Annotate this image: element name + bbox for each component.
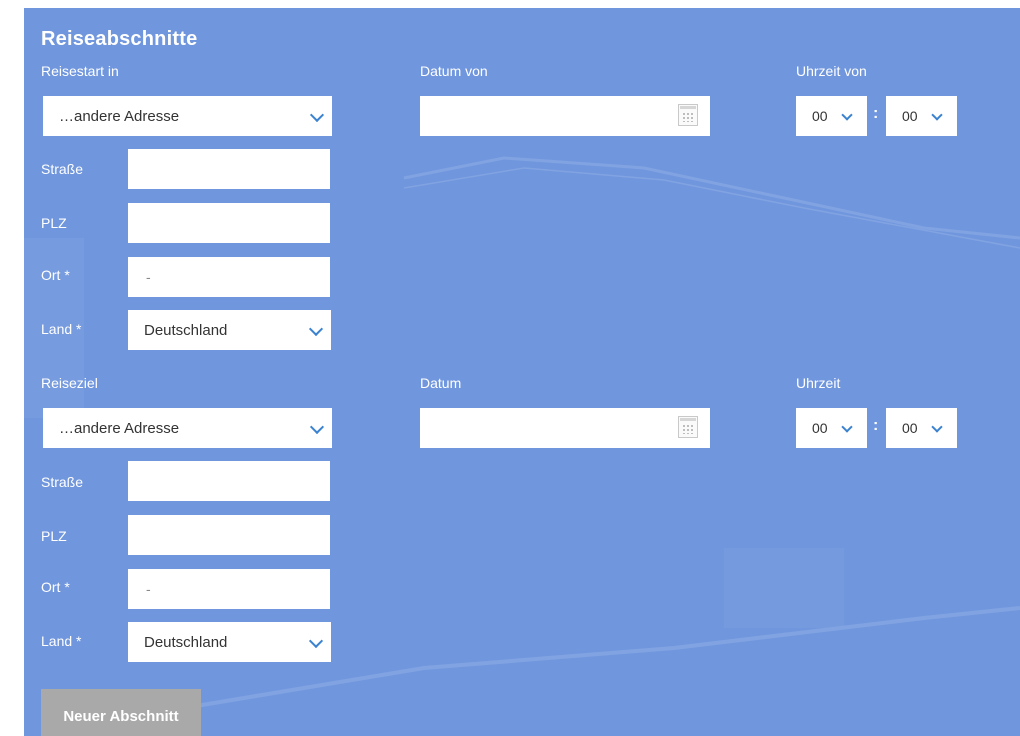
chevron-down-icon [308,633,324,649]
new-section-button[interactable]: Neuer Abschnitt [41,689,201,736]
destination-street-input[interactable] [128,461,330,501]
time-separator: : [873,417,879,434]
start-time-label: Uhrzeit von [796,63,867,79]
start-address-select[interactable]: …andere Adresse [43,96,332,136]
chevron-down-icon [841,109,853,121]
calendar-icon[interactable] [678,416,698,438]
destination-minute-select[interactable]: 00 [886,408,957,448]
start-label: Reisestart in [41,63,119,79]
destination-address-select[interactable]: …andere Adresse [43,408,332,448]
destination-country-select[interactable]: Deutschland [128,622,331,662]
calendar-icon[interactable] [678,104,698,126]
section-title: Reiseabschnitte [41,28,198,50]
destination-country-label: Land * [41,633,82,649]
start-city-input[interactable]: - [128,257,330,297]
destination-country-value: Deutschland [144,633,228,651]
chevron-down-icon [841,421,853,433]
start-country-label: Land * [41,321,82,337]
start-street-input[interactable] [128,149,330,189]
destination-city-input[interactable]: - [128,569,330,609]
start-hour-value: 00 [812,108,828,124]
destination-street-label: Straße [41,474,84,490]
destination-time-label: Uhrzeit [796,375,841,391]
destination-hour-select[interactable]: 00 [796,408,867,448]
destination-label: Reiseziel [41,375,98,391]
chevron-down-icon [308,321,324,337]
chevron-down-icon [309,107,325,123]
chevron-down-icon [931,109,943,121]
start-zip-label: PLZ [41,215,67,231]
start-hour-select[interactable]: 00 [796,96,867,136]
start-date-label: Datum von [420,63,488,79]
start-address-select-value: …andere Adresse [59,107,180,125]
start-minute-select[interactable]: 00 [886,96,957,136]
start-city-label: Ort * [41,267,70,283]
destination-zip-input[interactable] [128,515,330,555]
destination-address-select-value: …andere Adresse [59,419,180,437]
destination-city-label: Ort * [41,579,70,595]
destination-date-input[interactable] [420,408,710,448]
chevron-down-icon [309,419,325,435]
start-street-label: Straße [41,161,84,177]
destination-zip-label: PLZ [41,528,67,544]
destination-hour-value: 00 [812,420,828,436]
chevron-down-icon [931,421,943,433]
start-zip-input[interactable] [128,203,330,243]
start-minute-value: 00 [902,108,918,124]
destination-date-label: Datum [420,375,462,391]
destination-minute-value: 00 [902,420,918,436]
start-country-value: Deutschland [144,321,228,339]
start-country-select[interactable]: Deutschland [128,310,331,350]
time-separator: : [873,105,879,122]
start-date-input[interactable] [420,96,710,136]
travel-sections-panel: Reiseabschnitte Reisestart in Datum von … [24,8,1020,736]
